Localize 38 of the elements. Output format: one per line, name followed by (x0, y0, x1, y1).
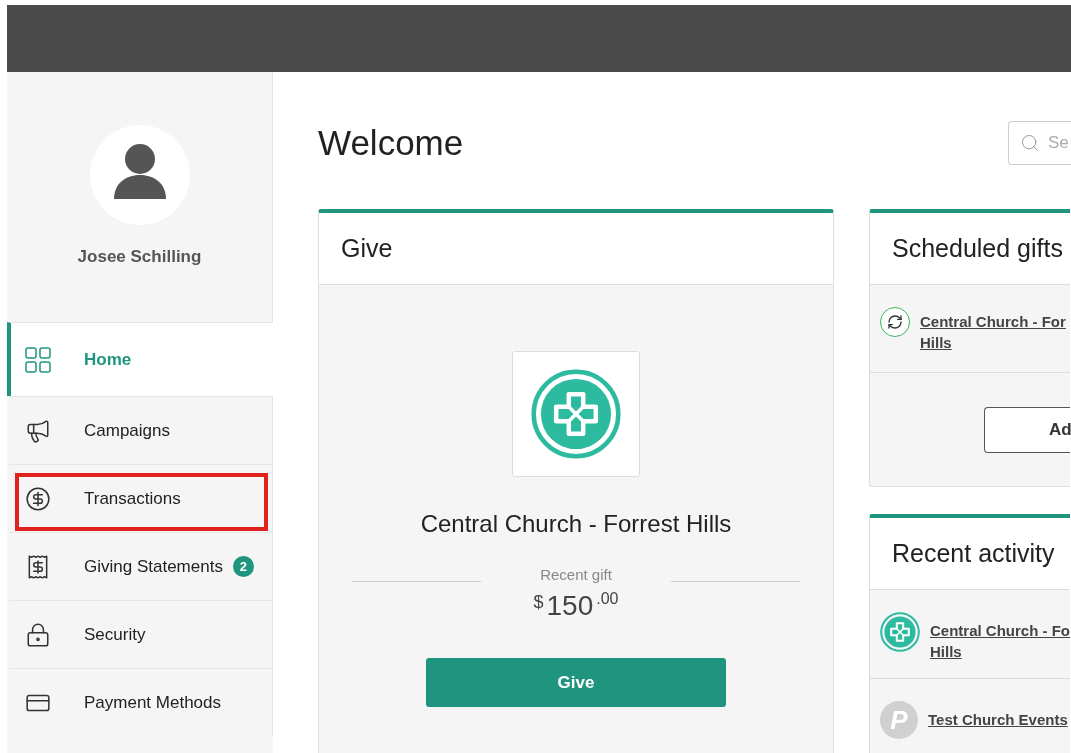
avatar-icon (89, 125, 190, 225)
nav-item[interactable]: Giving Statements 2 (7, 532, 273, 600)
nav-label: Giving Statements (84, 556, 223, 577)
lock-icon (25, 621, 51, 648)
sync-icon (880, 307, 910, 337)
church-logo-icon (531, 369, 621, 459)
nav-label: Home (84, 349, 132, 370)
church-logo-icon (880, 612, 920, 652)
count-badge: 2 (232, 556, 254, 577)
card-title: Scheduled gifts (870, 213, 1070, 285)
nav-label: Security (84, 624, 146, 645)
nav-label: Transactions (84, 488, 181, 509)
nav-item[interactable]: Transactions (7, 464, 273, 532)
page-title: Welcome (318, 122, 465, 163)
nav-item[interactable]: Payment Methods (7, 668, 273, 736)
user-name: Josee Schilling (77, 247, 202, 267)
megaphone-icon (25, 417, 51, 444)
church-link[interactable]: Test Church Events (928, 709, 1068, 730)
nav-item[interactable]: Security (7, 600, 273, 668)
card-title: Recent activity (870, 518, 1070, 590)
grid-icon (25, 346, 51, 373)
nav-item[interactable]: Campaigns (7, 396, 273, 464)
gift-amount: 150 (546, 590, 594, 622)
search-icon (1020, 133, 1040, 153)
nav-label: Campaigns (84, 420, 170, 441)
church-link[interactable]: Central Church - Fo Hills (930, 620, 1070, 662)
church-link[interactable]: Central Church - For Hills (920, 311, 1066, 353)
search-field[interactable]: Se (1008, 121, 1071, 165)
nav-item[interactable]: Home (7, 322, 273, 396)
gift-cents: .00 (596, 590, 619, 608)
nav-label: Payment Methods (84, 692, 221, 713)
church-name: Central Church - Forrest Hills (420, 510, 732, 538)
add-button[interactable]: Ad (984, 406, 1070, 453)
card-title: Give (319, 213, 833, 285)
currency-sign: $ (533, 592, 544, 613)
dollar-circle-icon (25, 485, 51, 512)
recent-gift-label: Recent gift (540, 566, 612, 583)
give-button[interactable]: Give (426, 658, 726, 707)
